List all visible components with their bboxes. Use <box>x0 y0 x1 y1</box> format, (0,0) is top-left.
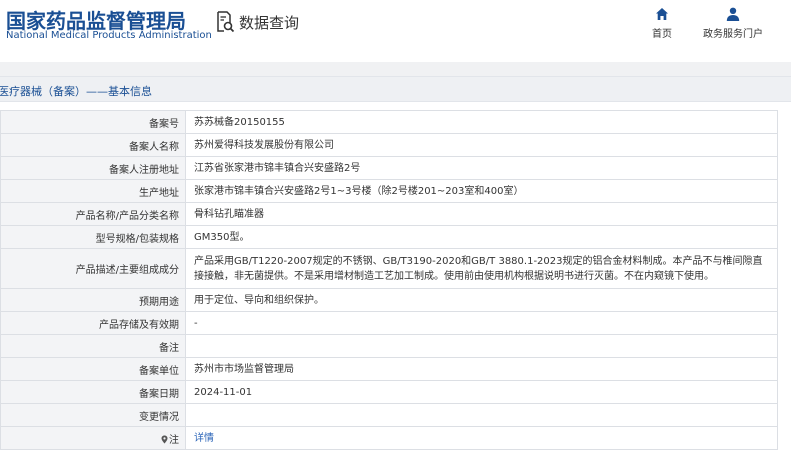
nav-service-portal-label: 政务服务门户 <box>703 29 763 40</box>
row-label-registrant-address: 备案人注册地址 <box>0 156 186 180</box>
table-row: 预期用途 用于定位、导向和组织保护。 <box>0 288 778 312</box>
table-row: 备案人名称 苏州爱得科技发展股份有限公司 <box>0 133 778 157</box>
row-value-intended-use: 用于定位、导向和组织保护。 <box>185 288 778 312</box>
row-value-registrant-name: 苏州爱得科技发展股份有限公司 <box>185 133 778 157</box>
map-pin-icon <box>161 435 168 443</box>
row-value-production-address: 张家港市锦丰镇合兴安盛路2号1~3号楼（除2号楼201~203室和400室） <box>185 179 778 203</box>
table-row: 注 详情 <box>0 426 778 450</box>
row-value-product-description: 产品采用GB/T1220-2007规定的不锈钢、GB/T3190-2020和GB… <box>185 248 778 289</box>
table-row: 变更情况 <box>0 403 778 427</box>
breadcrumb: 医疗器械（备案）——基本信息 <box>0 85 152 98</box>
table-row: 备注 <box>0 334 778 358</box>
row-label-change-status: 变更情况 <box>0 403 186 427</box>
table-row: 产品存储及有效期 - <box>0 311 778 335</box>
record-detail-table: 备案号 苏苏械备20150155 备案人名称 苏州爱得科技发展股份有限公司 备案… <box>0 110 778 450</box>
table-row: 产品描述/主要组成成分 产品采用GB/T1220-2007规定的不锈钢、GB/T… <box>0 248 778 289</box>
row-value-registrant-address: 江苏省张家港市锦丰镇合兴安盛路2号 <box>185 156 778 180</box>
table-row: 型号规格/包装规格 GM350型。 <box>0 225 778 249</box>
header-divider-band <box>0 62 791 76</box>
row-label-filing-unit: 备案单位 <box>0 357 186 381</box>
document-search-icon <box>217 11 235 33</box>
table-row: 备案人注册地址 江苏省张家港市锦丰镇合兴安盛路2号 <box>0 156 778 180</box>
row-label-record-number: 备案号 <box>0 110 186 134</box>
table-row: 备案单位 苏州市市场监督管理局 <box>0 357 778 381</box>
row-label-product-description: 产品描述/主要组成成分 <box>0 248 186 289</box>
row-value-note: 详情 <box>185 426 778 450</box>
row-value-change-status <box>185 403 778 427</box>
row-label-remarks: 备注 <box>0 334 186 358</box>
row-label-intended-use: 预期用途 <box>0 288 186 312</box>
row-label-registrant-name: 备案人名称 <box>0 133 186 157</box>
row-value-model-spec: GM350型。 <box>185 225 778 249</box>
row-value-filing-unit: 苏州市市场监督管理局 <box>185 357 778 381</box>
breadcrumb-bar: 医疗器械（备案）——基本信息 <box>0 76 791 102</box>
row-value-remarks <box>185 334 778 358</box>
row-label-model-spec: 型号规格/包装规格 <box>0 225 186 249</box>
row-value-product-name: 骨科钻孔瞄准器 <box>185 202 778 226</box>
user-icon <box>726 7 740 21</box>
home-icon <box>656 8 668 20</box>
nav-service-portal[interactable]: 政务服务门户 <box>698 6 768 40</box>
nav-home-label: 首页 <box>652 29 672 40</box>
row-value-record-number: 苏苏械备20150155 <box>185 110 778 134</box>
row-value-filing-date: 2024-11-01 <box>185 380 778 404</box>
row-label-note: 注 <box>0 426 186 450</box>
table-row: 产品名称/产品分类名称 骨科钻孔瞄准器 <box>0 202 778 226</box>
data-query-link[interactable]: 数据查询 <box>215 10 299 34</box>
table-row: 备案号 苏苏械备20150155 <box>0 110 778 134</box>
table-row: 备案日期 2024-11-01 <box>0 380 778 404</box>
row-label-storage-validity: 产品存储及有效期 <box>0 311 186 335</box>
row-value-storage-validity: - <box>185 311 778 335</box>
row-label-production-address: 生产地址 <box>0 179 186 203</box>
nav-home[interactable]: 首页 <box>627 6 697 40</box>
data-query-label: 数据查询 <box>239 13 300 32</box>
row-label-product-name: 产品名称/产品分类名称 <box>0 202 186 226</box>
note-label-text: 注 <box>169 434 179 446</box>
details-link[interactable]: 详情 <box>194 433 214 444</box>
site-header: 国家药品监督管理局 National Medical Products Admi… <box>0 0 791 62</box>
row-label-filing-date: 备案日期 <box>0 380 186 404</box>
table-row: 生产地址 张家港市锦丰镇合兴安盛路2号1~3号楼（除2号楼201~203室和40… <box>0 179 778 203</box>
logo-subtitle[interactable]: National Medical Products Administration <box>6 30 212 41</box>
